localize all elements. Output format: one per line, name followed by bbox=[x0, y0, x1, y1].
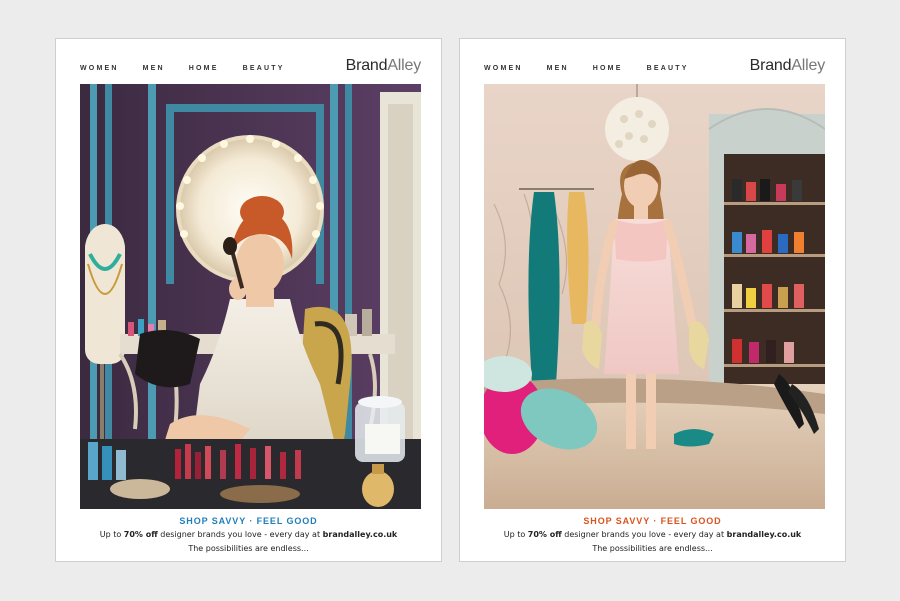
nav-item-beauty[interactable]: BEAUTY bbox=[647, 65, 689, 72]
nav-item-women[interactable]: WOMEN bbox=[484, 65, 523, 72]
nav-item-home[interactable]: HOME bbox=[189, 65, 219, 72]
nav-item-men[interactable]: MEN bbox=[143, 65, 165, 72]
site-link[interactable]: brandalley.co.uk bbox=[727, 530, 802, 539]
nav-menu: WOMEN MEN HOME BEAUTY bbox=[80, 65, 309, 72]
nav-menu: WOMEN MEN HOME BEAUTY bbox=[484, 65, 713, 72]
nav-item-women[interactable]: WOMEN bbox=[80, 65, 119, 72]
ad-poster-fashion: WOMEN MEN HOME BEAUTY BrandAlley SHOP SA… bbox=[459, 38, 846, 562]
fashion-photo bbox=[484, 84, 825, 509]
brand-logo: BrandAlley bbox=[749, 57, 826, 74]
ad-poster-beauty: WOMEN MEN HOME BEAUTY BrandAlley SHOP SA… bbox=[55, 38, 442, 562]
offer-text: Up to 70% off designer brands you love -… bbox=[503, 530, 802, 539]
site-link[interactable]: brandalley.co.uk bbox=[323, 530, 398, 539]
tagline: SHOP SAVVY · FEEL GOOD bbox=[179, 516, 318, 526]
beauty-photo bbox=[80, 84, 421, 509]
closing-text: The possibilities are endless... bbox=[188, 544, 309, 553]
offer-text: Up to 70% off designer brands you love -… bbox=[99, 530, 398, 539]
closing-text: The possibilities are endless... bbox=[592, 544, 713, 553]
nav-item-men[interactable]: MEN bbox=[547, 65, 569, 72]
nav-item-beauty[interactable]: BEAUTY bbox=[243, 65, 285, 72]
nav-item-home[interactable]: HOME bbox=[593, 65, 623, 72]
brand-logo: BrandAlley bbox=[345, 57, 422, 74]
tagline: SHOP SAVVY · FEEL GOOD bbox=[583, 516, 722, 526]
